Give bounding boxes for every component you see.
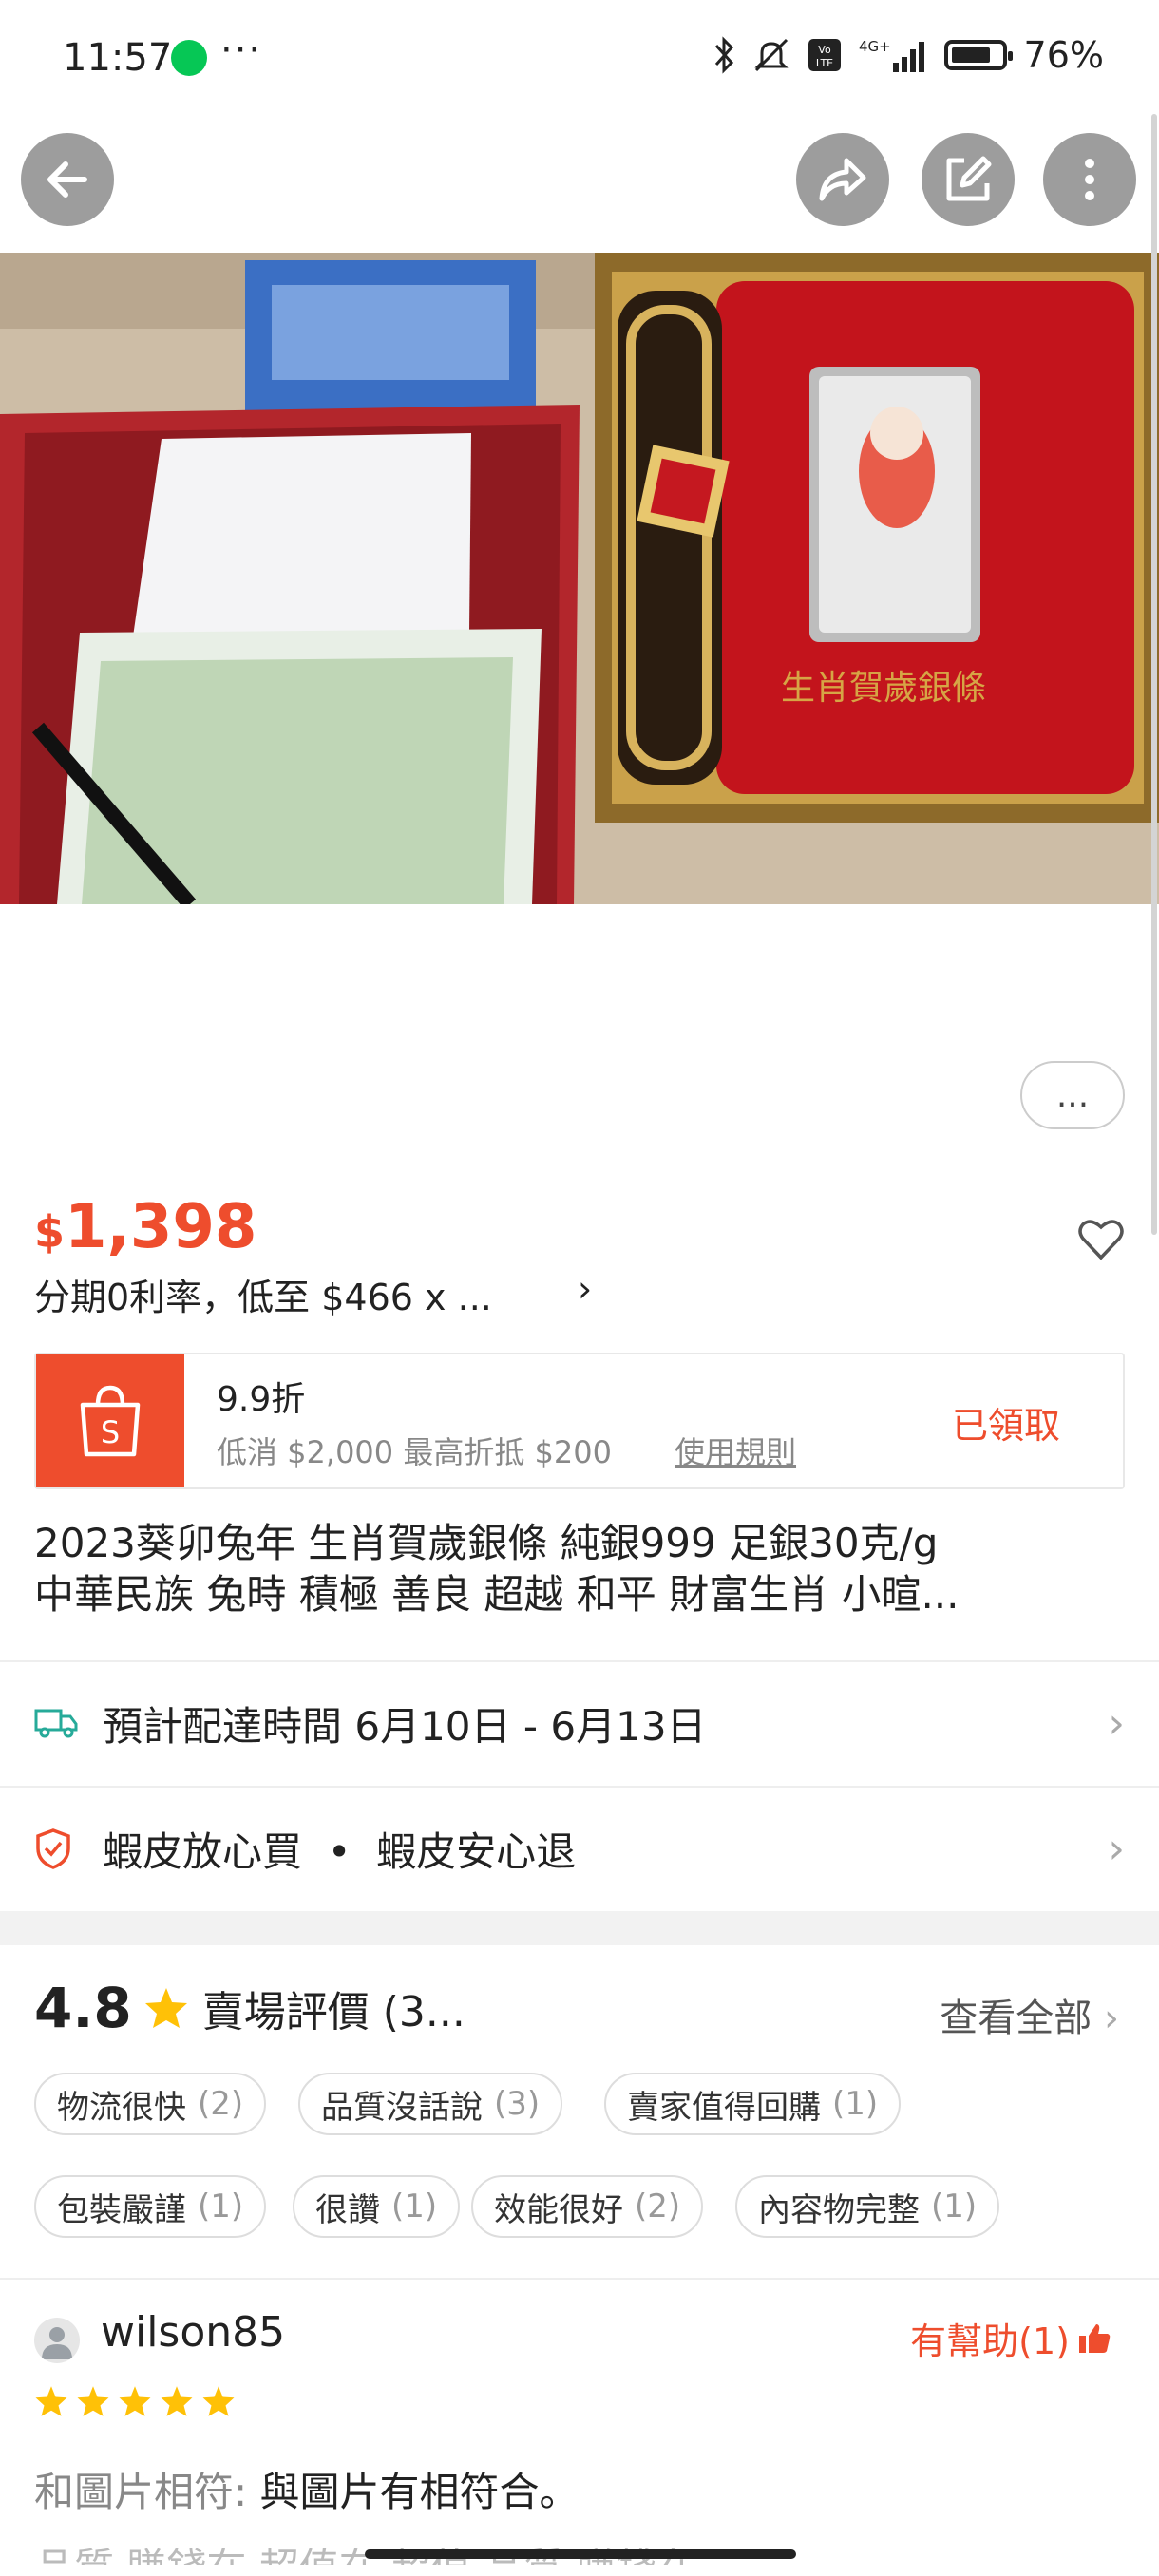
- product-page: 11:57 ··· Vo LTE 4G+ 76% 生肖賀歲銀條 ... $1,3…: [0, 0, 1159, 2576]
- svg-text:LTE: LTE: [815, 57, 832, 69]
- shield-check-icon: [36, 1828, 70, 1869]
- price-currency: $: [34, 1206, 66, 1258]
- scrollbar[interactable]: [1151, 114, 1157, 1235]
- share-button[interactable]: [796, 133, 889, 226]
- tag-count: (2): [635, 2188, 681, 2226]
- back-button[interactable]: [21, 133, 114, 226]
- more-vertical-icon: [1085, 159, 1094, 200]
- rating-tag[interactable]: 賣家值得回購 (1): [604, 2073, 902, 2135]
- battery-icon: [943, 40, 1013, 70]
- rating-header: 4.8 賣場評價 (3...: [34, 1976, 466, 2040]
- tag-count: (1): [198, 2188, 244, 2226]
- tag-label: 品質沒話說: [321, 2088, 483, 2127]
- thumbs-up-icon: [1079, 2323, 1111, 2353]
- star-icon: [202, 2386, 235, 2416]
- rating-tag[interactable]: 包裝嚴謹 (1): [34, 2175, 267, 2238]
- product-title-line-1: 2023葵卯兔年 生肖賀歲銀條 純銀999 足銀30克/g: [34, 1520, 939, 1566]
- section-gap: [0, 1911, 1159, 1945]
- product-image[interactable]: 生肖賀歲銀條: [0, 253, 1159, 904]
- product-photo: 生肖賀歲銀條: [0, 253, 1159, 904]
- edit-icon: [946, 156, 992, 201]
- review-label: 和圖片相符:: [34, 2469, 248, 2515]
- rating-tag[interactable]: 物流很快 (2): [34, 2073, 267, 2135]
- gallery-more-button[interactable]: ...: [1020, 1061, 1125, 1129]
- voucher-icon-area: S: [36, 1354, 184, 1487]
- user-avatar-icon: [42, 2327, 72, 2359]
- guarantee-text: 蝦皮放心買 • 蝦皮安心退: [103, 1828, 577, 1875]
- svg-text:Vo: Vo: [818, 44, 831, 56]
- voucher-title: 9.9折: [217, 1380, 306, 1419]
- battery-percent: 76%: [1023, 34, 1104, 76]
- rating-tag[interactable]: 品質沒話說 (3): [298, 2073, 563, 2135]
- rating-tag[interactable]: 效能很好 (2): [471, 2175, 704, 2238]
- svg-text:S: S: [101, 1414, 120, 1450]
- voucher-status: 已領取: [952, 1405, 1061, 1447]
- signal-icon: 4G+: [859, 38, 924, 72]
- home-indicator[interactable]: [365, 2549, 796, 2559]
- tag-label: 物流很快: [57, 2088, 186, 2127]
- tag-label: 賣家值得回購: [627, 2088, 821, 2127]
- voucher-rule-link[interactable]: 使用規則: [674, 1429, 796, 1472]
- status-bar: 11:57 ··· Vo LTE 4G+ 76%: [0, 0, 1159, 119]
- product-title-line-2: 中華民族 兔時 積極 善良 超越 和平 財富生肖 小暄...: [34, 1571, 960, 1618]
- installment-chevron-icon[interactable]: ›: [578, 1268, 592, 1310]
- rating-tag[interactable]: 很讚 (1): [293, 2175, 461, 2238]
- review-text: 和圖片相符: 與圖片有相符合。: [34, 2460, 580, 2518]
- star-icon: [144, 1988, 187, 2028]
- status-more: ···: [220, 28, 263, 72]
- tag-count: (1): [832, 2085, 879, 2123]
- favorite-heart-icon[interactable]: [1077, 1218, 1125, 1261]
- helpful-button[interactable]: 有幫助(1): [910, 2312, 1112, 2364]
- svg-text:生肖賀歲銀條: 生肖賀歲銀條: [781, 669, 986, 708]
- bluetooth-icon: [714, 36, 733, 74]
- star-icon: [77, 2386, 109, 2416]
- svg-text:4G+: 4G+: [859, 38, 891, 55]
- tag-count: (2): [198, 2085, 244, 2123]
- edit-button[interactable]: [922, 133, 1015, 226]
- reviewer-username[interactable]: wilson85: [101, 2308, 285, 2357]
- tag-count: (1): [391, 2188, 438, 2226]
- more-options-button[interactable]: [1043, 133, 1136, 226]
- tag-label: 內容物完整: [758, 2190, 920, 2229]
- review-content: 與圖片有相符合。: [247, 2469, 580, 2515]
- price: $1,398: [34, 1192, 256, 1262]
- divider: [0, 2278, 1159, 2280]
- installment-info[interactable]: 分期0利率，低至 $466 x ...: [34, 1268, 492, 1320]
- tag-count: (3): [494, 2085, 541, 2123]
- mute-icon: [753, 38, 788, 72]
- rating-tag[interactable]: 內容物完整 (1): [735, 2175, 1000, 2238]
- helpful-label: 有幫助(1): [910, 2320, 1070, 2362]
- star-icon: [161, 2386, 193, 2416]
- delivery-text: 預計配達時間 6月10日 - 6月13日: [103, 1702, 707, 1750]
- chevron-right-icon: ›: [1108, 1824, 1125, 1873]
- status-icons: Vo LTE 4G+ 76%: [712, 34, 1104, 76]
- product-title: 2023葵卯兔年 生肖賀歲銀條 純銀999 足銀30克/g 中華民族 兔時 積極…: [34, 1518, 1127, 1620]
- price-value: 1,398: [65, 1192, 257, 1262]
- tag-label: 很讚: [315, 2190, 380, 2229]
- guarantee-row[interactable]: 蝦皮放心買 • 蝦皮安心退 ›: [0, 1788, 1159, 1909]
- back-arrow-icon: [48, 161, 87, 198]
- tag-label: 包裝嚴謹: [57, 2190, 186, 2229]
- tag-count: (1): [931, 2188, 978, 2226]
- status-time: 11:57: [63, 36, 173, 80]
- rating-score: 4.8: [34, 1976, 132, 2040]
- view-all-label: 查看全部: [940, 1997, 1092, 2040]
- avatar[interactable]: [34, 2318, 80, 2363]
- line-icon: [171, 40, 207, 76]
- voucher-condition: 低消 $2,000 最高折抵 $200: [217, 1434, 612, 1470]
- review-stars: [34, 2384, 236, 2418]
- chevron-right-icon: ›: [1104, 1997, 1119, 2040]
- truck-icon: [34, 1709, 78, 1738]
- shopee-bag-icon: S: [80, 1385, 141, 1457]
- view-all-ratings[interactable]: 查看全部 ›: [940, 1987, 1119, 2042]
- delivery-row[interactable]: 預計配達時間 6月10日 - 6月13日 ›: [0, 1662, 1159, 1784]
- share-icon: [819, 158, 866, 201]
- chevron-right-icon: ›: [1108, 1698, 1125, 1748]
- star-icon: [35, 2386, 67, 2416]
- voucher-card[interactable]: S 9.9折 低消 $2,000 最高折抵 $200 使用規則 已領取: [34, 1353, 1125, 1489]
- tag-label: 效能很好: [494, 2190, 623, 2229]
- rating-title: 賣場評價 (3...: [201, 1988, 466, 2036]
- star-icon: [119, 2386, 151, 2416]
- volte-icon: VoLTE: [808, 39, 841, 71]
